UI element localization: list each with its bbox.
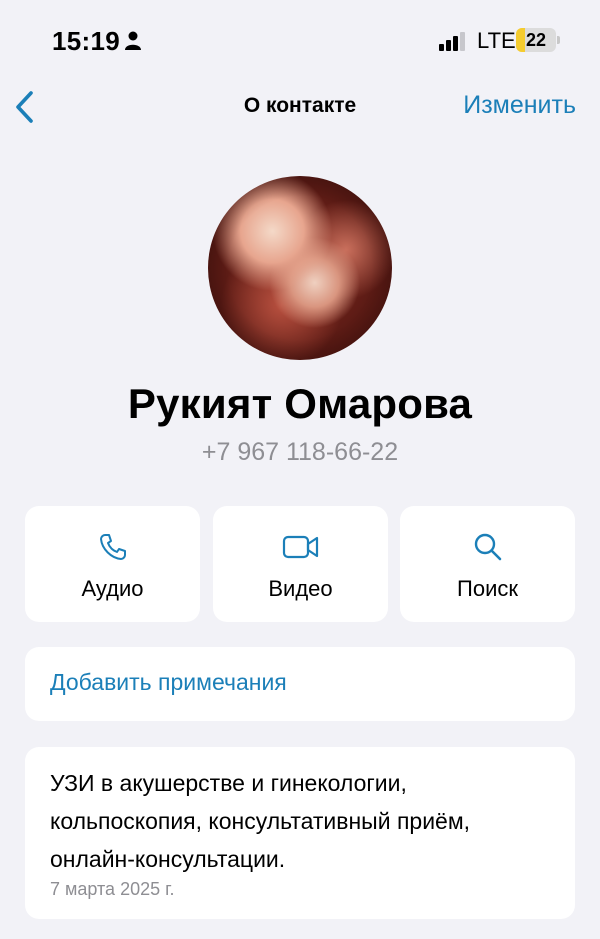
status-time: 15:19	[52, 26, 120, 56]
person-icon	[125, 31, 141, 50]
signal-icon	[439, 32, 465, 51]
battery-icon: 22	[516, 28, 560, 52]
contact-phone[interactable]: +7 967 118-66-22	[0, 438, 600, 467]
status-bar: 15:19 LTE 22	[0, 0, 600, 80]
add-notes-link[interactable]: Добавить примечания	[50, 669, 287, 696]
network-type: LTE	[477, 28, 516, 53]
contact-name: Рукият Омарова	[127, 380, 473, 427]
battery-level: 22	[525, 30, 547, 50]
audio-call-button[interactable]: Аудио	[25, 506, 200, 622]
search-button[interactable]: Поиск	[400, 506, 575, 622]
navigation-bar: О контакте Изменить	[0, 80, 600, 134]
phone-icon	[99, 534, 126, 560]
bio-card: УЗИ в акушерстве и гинекологии, кольпоск…	[25, 747, 575, 919]
search-icon	[474, 533, 501, 561]
search-label: Поиск	[457, 576, 518, 601]
bio-date: 7 марта 2025 г.	[50, 879, 175, 899]
avatar[interactable]	[208, 176, 392, 360]
audio-label: Аудио	[81, 576, 144, 601]
contact-info-screen: 15:19 LTE 22 О контакте Изменить Рукият …	[0, 0, 600, 939]
edit-button[interactable]: Изменить	[463, 91, 576, 120]
video-camera-icon	[282, 535, 318, 559]
action-buttons: Аудио Видео Поиск	[25, 506, 575, 622]
bio-text: УЗИ в акушерстве и гинекологии, кольпоск…	[50, 770, 471, 872]
video-call-button[interactable]: Видео	[213, 506, 388, 622]
add-notes-card[interactable]: Добавить примечания	[25, 647, 575, 721]
video-label: Видео	[268, 576, 333, 601]
